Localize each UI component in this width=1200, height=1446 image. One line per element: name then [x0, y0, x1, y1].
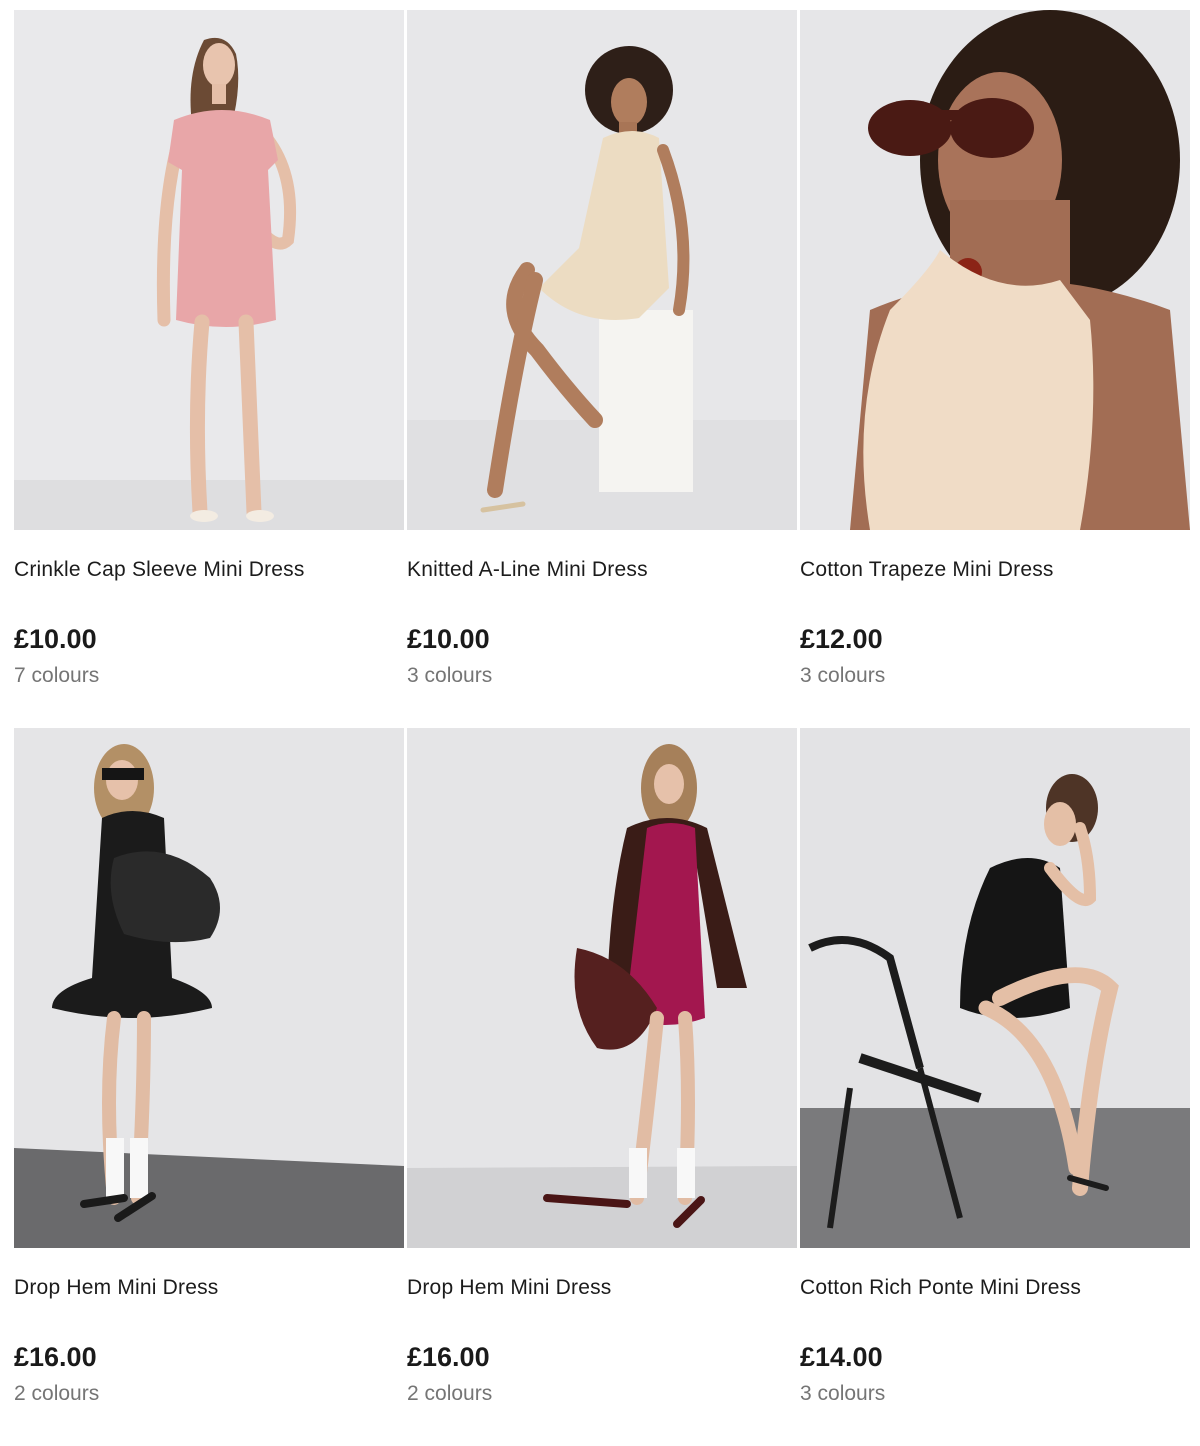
product-image[interactable]: [407, 10, 797, 530]
product-name[interactable]: Cotton Rich Ponte Mini Dress: [800, 1276, 1081, 1300]
product-colour-count[interactable]: 7 colours: [14, 664, 99, 688]
product-colour-count[interactable]: 3 colours: [800, 664, 885, 688]
product-card[interactable]: Drop Hem Mini Dress £16.00 2 colours: [14, 728, 404, 1446]
product-name[interactable]: Crinkle Cap Sleeve Mini Dress: [14, 558, 305, 582]
product-card[interactable]: Drop Hem Mini Dress £16.00 2 colours: [407, 728, 797, 1446]
product-image[interactable]: [800, 728, 1190, 1248]
product-price: £12.00: [800, 624, 883, 654]
product-image[interactable]: [800, 10, 1190, 530]
product-price: £14.00: [800, 1342, 883, 1372]
product-colour-count[interactable]: 2 colours: [14, 1382, 99, 1406]
model-magenta-drop-hem-dress-photo-icon: [407, 728, 797, 1248]
product-price: £10.00: [407, 624, 490, 654]
product-card[interactable]: Cotton Trapeze Mini Dress £12.00 3 colou…: [800, 10, 1190, 728]
product-price: £16.00: [14, 1342, 97, 1372]
product-name[interactable]: Knitted A-Line Mini Dress: [407, 558, 648, 582]
model-peach-trapeze-dress-photo-icon: [800, 10, 1190, 530]
product-name[interactable]: Drop Hem Mini Dress: [14, 1276, 219, 1300]
product-image[interactable]: [407, 728, 797, 1248]
product-colour-count[interactable]: 3 colours: [800, 1382, 885, 1406]
product-colour-count[interactable]: 2 colours: [407, 1382, 492, 1406]
model-black-ponte-dress-photo-icon: [800, 728, 1190, 1248]
product-card[interactable]: Knitted A-Line Mini Dress £10.00 3 colou…: [407, 10, 797, 728]
product-price: £10.00: [14, 624, 97, 654]
product-card[interactable]: Cotton Rich Ponte Mini Dress £14.00 3 co…: [800, 728, 1190, 1446]
product-card[interactable]: Crinkle Cap Sleeve Mini Dress £10.00 7 c…: [14, 10, 404, 728]
product-name[interactable]: Cotton Trapeze Mini Dress: [800, 558, 1054, 582]
model-cream-knitted-dress-photo-icon: [407, 10, 797, 530]
product-image[interactable]: [14, 728, 404, 1248]
product-colour-count[interactable]: 3 colours: [407, 664, 492, 688]
model-pink-mini-dress-photo-icon: [14, 10, 404, 530]
product-image[interactable]: [14, 10, 404, 530]
product-grid: Crinkle Cap Sleeve Mini Dress £10.00 7 c…: [14, 10, 1190, 1446]
product-price: £16.00: [407, 1342, 490, 1372]
product-name[interactable]: Drop Hem Mini Dress: [407, 1276, 612, 1300]
model-black-drop-hem-dress-photo-icon: [14, 728, 404, 1248]
